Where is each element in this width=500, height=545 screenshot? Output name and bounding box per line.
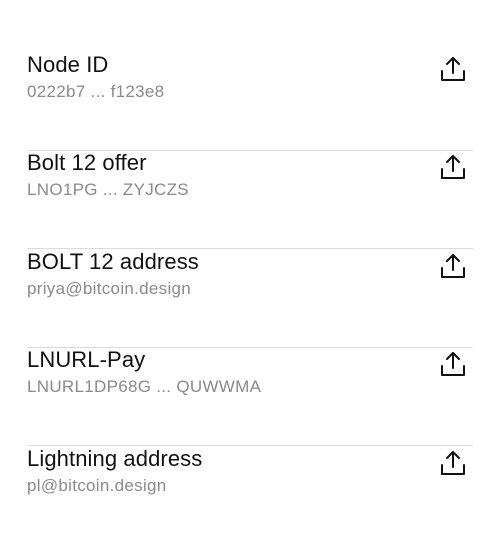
share-icon[interactable] (438, 152, 468, 182)
list-item-bolt12-address[interactable]: BOLT 12 address priya@bitcoin.design (27, 249, 473, 348)
address-list: Node ID 0222b7 ... f123e8 Bolt 12 offer … (0, 0, 500, 545)
share-icon[interactable] (438, 448, 468, 478)
item-value: priya@bitcoin.design (27, 279, 192, 298)
item-value: 0222b7 ... f123e8 (27, 82, 165, 101)
list-item-lnurl-pay[interactable]: LNURL-Pay LNURL1DP68G ... QUWWMA (27, 347, 473, 446)
share-icon[interactable] (438, 349, 468, 379)
share-icon[interactable] (438, 251, 468, 281)
list-item-node-id[interactable]: Node ID 0222b7 ... f123e8 (27, 52, 473, 151)
item-title: Node ID (27, 52, 109, 77)
item-title: Lightning address (27, 446, 203, 471)
item-title: LNURL-Pay (27, 347, 146, 372)
list-item-lightning-address[interactable]: Lightning address pl@bitcoin.design (27, 446, 473, 545)
item-title: Bolt 12 offer (27, 150, 147, 175)
item-title: BOLT 12 address (27, 249, 199, 274)
list-item-bolt12-offer[interactable]: Bolt 12 offer LNO1PG ... ZYJCZS (27, 150, 473, 249)
share-icon[interactable] (438, 54, 468, 84)
item-value: LNO1PG ... ZYJCZS (27, 180, 189, 199)
item-value: LNURL1DP68G ... QUWWMA (27, 377, 262, 396)
item-value: pl@bitcoin.design (27, 476, 167, 495)
